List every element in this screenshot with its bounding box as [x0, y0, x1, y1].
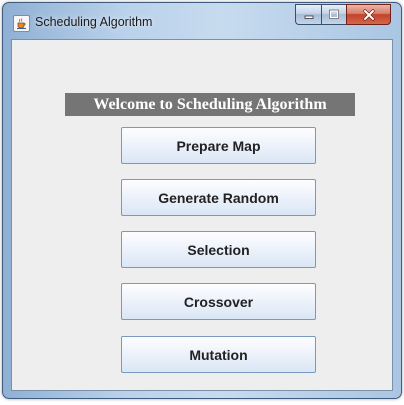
- java-cup-icon[interactable]: [13, 15, 30, 32]
- button-label: Crossover: [183, 293, 254, 310]
- prepare-map-button[interactable]: Prepare Map: [121, 127, 316, 164]
- maximize-button[interactable]: [321, 4, 346, 25]
- button-label: Selection: [187, 241, 250, 258]
- title-bar[interactable]: Scheduling Algorithm: [3, 3, 401, 39]
- selection-button[interactable]: Selection: [121, 231, 316, 268]
- window-controls: [295, 4, 391, 25]
- minimize-icon: [304, 15, 313, 19]
- welcome-banner: Welcome to Scheduling Algorithm: [65, 93, 355, 116]
- crossover-button[interactable]: Crossover: [121, 283, 316, 320]
- generate-random-button[interactable]: Generate Random: [121, 179, 316, 216]
- mutation-button[interactable]: Mutation: [121, 336, 316, 373]
- button-label: Generate Random: [158, 189, 279, 206]
- close-icon: [362, 8, 375, 21]
- content-panel: Welcome to Scheduling Algorithm Prepare …: [11, 39, 393, 391]
- window-title: Scheduling Algorithm: [35, 15, 153, 29]
- button-label: Mutation: [189, 346, 248, 363]
- minimize-button[interactable]: [295, 4, 321, 25]
- maximize-icon: [329, 9, 339, 19]
- button-label: Prepare Map: [176, 137, 261, 154]
- close-button[interactable]: [346, 4, 391, 25]
- app-window: Scheduling Algorithm Welcome to Scheduli…: [2, 2, 402, 399]
